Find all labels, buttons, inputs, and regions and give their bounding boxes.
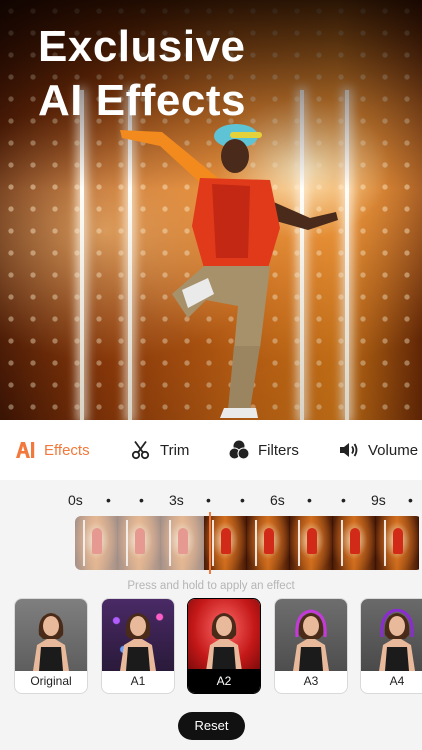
tab-volume-label: Volume [368, 441, 419, 459]
tick-label: 6s [270, 492, 285, 508]
playhead[interactable] [209, 512, 211, 574]
effect-a3[interactable]: A3 [274, 598, 348, 694]
timeline-area: 0s • • 3s • • 6s • • 9s • Press and hold… [0, 480, 422, 592]
hero-title-line2: AI Effects [38, 76, 246, 125]
dancer-image [120, 124, 338, 418]
tick-dot: • [341, 492, 346, 508]
tab-trim-label: Trim [160, 441, 190, 459]
woman-image [120, 613, 156, 671]
tick-label: 3s [169, 492, 184, 508]
effect-a1[interactable]: A1 [101, 598, 175, 694]
tick-label: 9s [371, 492, 386, 508]
tab-filters-label: Filters [258, 441, 299, 459]
time-ruler: 0s • • 3s • • 6s • • 9s • [0, 492, 422, 510]
tab-effects[interactable]: Effects [14, 440, 90, 460]
woman-image [33, 613, 69, 671]
video-frame [247, 516, 290, 570]
hero-banner: Exclusive AI Effects [0, 0, 422, 420]
effect-hint: Press and hold to apply an effect [127, 580, 295, 592]
tick-dot: • [240, 492, 245, 508]
hero-title: Exclusive AI Effects [38, 20, 246, 128]
ai-icon [16, 442, 35, 458]
effect-thumbnail [102, 599, 174, 671]
effect-thumbnail [15, 599, 87, 671]
tick-dot: • [307, 492, 312, 508]
filters-icon [228, 440, 250, 460]
effect-label: A1 [130, 674, 146, 688]
tab-trim[interactable]: Trim [130, 440, 189, 460]
scissors-icon [131, 440, 150, 460]
effect-thumbnail [188, 599, 260, 671]
tick-dot: • [408, 492, 413, 508]
effect-label: A4 [389, 674, 405, 688]
effect-label: A2 [188, 669, 260, 693]
tab-filters[interactable]: Filters [228, 440, 299, 460]
video-frames-strip[interactable] [75, 516, 422, 570]
effect-a4[interactable]: A4 [360, 598, 422, 694]
effect-label: Original [30, 674, 72, 688]
video-frame [333, 516, 376, 570]
hero-title-line1: Exclusive [38, 22, 246, 71]
tab-effects-label: Effects [44, 441, 90, 459]
video-frame [376, 516, 419, 570]
reset-button[interactable]: Reset [178, 712, 245, 740]
effect-thumbnail [275, 599, 347, 671]
effect-label: A3 [303, 674, 319, 688]
video-frame [118, 516, 161, 570]
speaker-icon [340, 443, 358, 457]
tick-dot: • [206, 492, 211, 508]
effect-original[interactable]: Original [14, 598, 88, 694]
tick-dot: • [139, 492, 144, 508]
tick-label: 0s [68, 492, 83, 508]
video-frame [290, 516, 333, 570]
woman-image [206, 613, 242, 671]
tab-volume[interactable]: Volume [338, 440, 418, 460]
effects-row: Original A1 A2 A3 A4 [0, 598, 422, 696]
woman-image [379, 609, 415, 671]
tick-dot: • [106, 492, 111, 508]
woman-image [293, 609, 329, 671]
video-frame [161, 516, 204, 570]
editor-tab-bar: Effects Trim Filters Volume [0, 420, 422, 480]
video-frame [75, 516, 118, 570]
effect-a2[interactable]: A2 [187, 598, 261, 694]
effect-thumbnail [361, 599, 422, 671]
